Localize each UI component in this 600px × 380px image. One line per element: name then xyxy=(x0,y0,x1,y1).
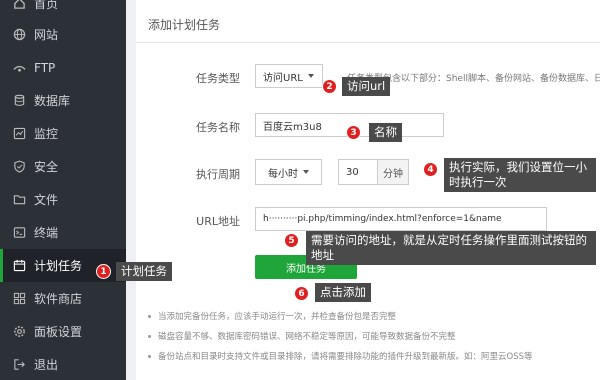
annotation-callout-3: 名称 xyxy=(369,123,402,142)
sidebar-item-label: 首页 xyxy=(34,0,59,11)
monitor-icon xyxy=(12,127,26,141)
minute-input[interactable]: 30 xyxy=(338,159,378,185)
url-label: URL地址 xyxy=(196,215,240,228)
task-name-label: 任务名称 xyxy=(196,121,240,134)
task-name-value: 百度云m3u8 xyxy=(263,121,322,133)
logout-icon xyxy=(12,358,26,372)
gear-icon xyxy=(12,325,26,339)
annotation-badge-5: 5 xyxy=(284,233,299,248)
sidebar-item-terminal[interactable]: 终端 xyxy=(0,216,126,249)
task-type-select[interactable]: 访问URL xyxy=(255,64,323,88)
calendar-icon xyxy=(12,259,26,273)
sidebar-item-label: 软件商店 xyxy=(34,292,83,306)
shield-icon xyxy=(12,160,26,174)
sidebar-item-store[interactable]: 软件商店 xyxy=(0,282,126,315)
annotation-callout-5: 需要访问的地址，就是从定时任务操作里面测试按钮的地址 xyxy=(306,231,596,265)
notes-list: 当添加完备份任务，应该手动运行一次，并检查备份包是否完整 磁盘容量不够、数据库密… xyxy=(148,310,588,370)
annotation-badge-1: 1 xyxy=(96,264,111,279)
chevron-down-icon xyxy=(303,170,309,174)
sidebar-item-label: 监控 xyxy=(34,127,59,141)
period-value: 每小时 xyxy=(268,168,298,180)
annotation-callout-2: 访问url xyxy=(342,77,391,96)
grid-icon xyxy=(12,292,26,306)
sidebar-item-label: 文件 xyxy=(34,193,59,207)
sidebar-item-label: 终端 xyxy=(34,226,59,240)
task-type-value: 访问URL xyxy=(263,72,303,84)
sidebar-item-label: 面板设置 xyxy=(34,325,83,339)
sidebar-item-database[interactable]: 数据库 xyxy=(0,84,126,117)
sidebar-item-files[interactable]: 文件 xyxy=(0,183,126,216)
list-item: 备份站点和目录时支持文件或目录排除，请将需要排除功能的插件升级到最新版。如：阿里… xyxy=(148,350,588,370)
period-label: 执行周期 xyxy=(196,168,240,181)
sidebar-item-label: 退出 xyxy=(34,358,59,372)
sidebar-item-ftp[interactable]: FTP xyxy=(0,51,126,84)
url-input[interactable]: h··········pi.php/timming/index.html?enf… xyxy=(255,207,547,231)
annotation-callout-1: 计划任务 xyxy=(116,262,172,281)
annotation-badge-3: 3 xyxy=(346,125,361,140)
ftp-icon xyxy=(12,61,26,75)
sidebar-item-label: 计划任务 xyxy=(34,259,83,273)
url-value: h··········pi.php/timming/index.html?enf… xyxy=(263,214,502,224)
sidebar-item-home[interactable]: 首页 xyxy=(0,0,126,20)
sidebar-item-label: FTP xyxy=(34,60,56,75)
sidebar-item-label: 安全 xyxy=(34,160,59,174)
sidebar: 首页 网站 FTP 数据库 监控 安全 文件 终端 计划任务 软件商店 面板设置 xyxy=(0,0,126,380)
sidebar-item-settings[interactable]: 面板设置 xyxy=(0,315,126,348)
sidebar-item-label: 数据库 xyxy=(34,94,71,108)
annotation-callout-6: 点击添加 xyxy=(315,283,371,302)
annotation-badge-4: 4 xyxy=(423,162,438,177)
terminal-icon xyxy=(12,226,26,240)
divider xyxy=(136,42,600,43)
globe-icon xyxy=(12,28,26,42)
minute-suffix: 分钟 xyxy=(377,159,409,185)
task-type-label: 任务类型 xyxy=(196,72,240,85)
sidebar-item-logout[interactable]: 退出 xyxy=(0,348,126,380)
sidebar-item-monitor[interactable]: 监控 xyxy=(0,117,126,150)
minute-value: 30 xyxy=(346,166,359,178)
home-icon xyxy=(12,0,26,11)
annotation-badge-6: 6 xyxy=(294,286,309,301)
sidebar-item-security[interactable]: 安全 xyxy=(0,150,126,183)
list-item: 当添加完备份任务，应该手动运行一次，并检查备份包是否完整 xyxy=(148,310,588,330)
list-item: 磁盘容量不够、数据库密码错误、网络不稳定等原因，可能导致数据备份不完整 xyxy=(148,330,588,350)
period-select[interactable]: 每小时 xyxy=(255,159,322,185)
folder-icon xyxy=(12,193,26,207)
sidebar-item-label: 网站 xyxy=(34,28,59,42)
annotation-callout-4: 执行实际，我们设置位一小时执行一次 xyxy=(444,158,596,192)
chevron-down-icon xyxy=(307,74,314,78)
annotation-badge-2: 2 xyxy=(322,79,337,94)
database-icon xyxy=(12,94,26,108)
panel-title: 添加计划任务 xyxy=(148,18,221,32)
sidebar-item-website[interactable]: 网站 xyxy=(0,18,126,51)
